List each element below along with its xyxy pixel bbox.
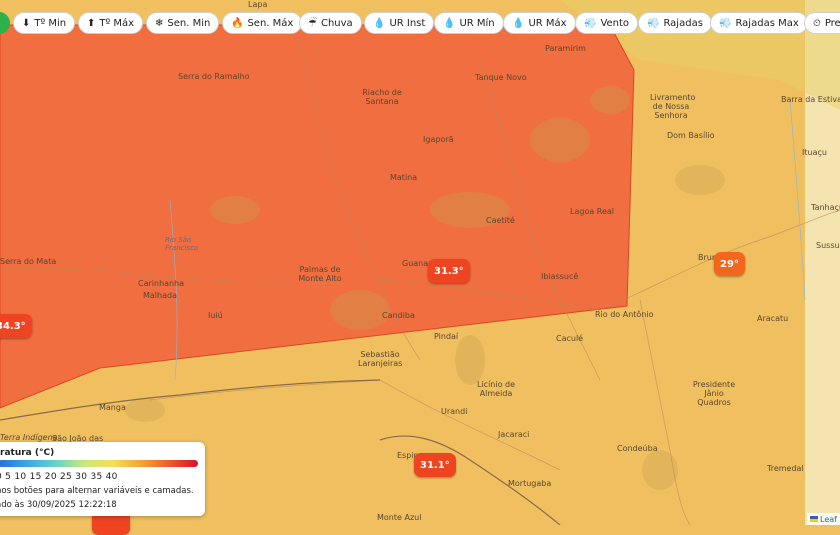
btn-label: Vento xyxy=(600,17,630,29)
place-label: Carinhanha xyxy=(138,279,185,288)
place-label: Lagoa Real xyxy=(570,207,615,216)
btn-label: Tº Min xyxy=(34,17,67,29)
place-label: Serra do Ramalho xyxy=(178,72,250,81)
attribution-text[interactable]: Leaf xyxy=(820,515,837,524)
flag-icon xyxy=(810,516,819,522)
temperature-marker[interactable]: 31.3° xyxy=(428,259,470,283)
place-label: Dom Basílio xyxy=(667,131,715,140)
legend-hint: nos botões para alternar variáveis e cam… xyxy=(0,486,194,496)
btn-pressure[interactable]: ⏲ Pre xyxy=(804,12,840,34)
btn-wind[interactable]: 💨 Vento xyxy=(575,12,639,34)
legend-ticks: 0 5 10 15 20 25 30 35 40 xyxy=(0,472,118,482)
wind-icon: 💨 xyxy=(719,17,732,29)
btn-gusts[interactable]: 💨 Rajadas xyxy=(638,12,712,34)
btn-rh-min[interactable]: 💧 UR Mín xyxy=(434,12,504,34)
btn-label: Sen. Min xyxy=(167,17,211,29)
temperature-marker[interactable]: 34.3° xyxy=(0,314,32,338)
place-label: Igaporã xyxy=(423,135,454,144)
droplet-icon: 💧 xyxy=(373,17,386,29)
place-label: Presidente Jânio Quadros xyxy=(692,380,736,407)
btn-label: UR Mín xyxy=(459,17,495,29)
btn-sens-min[interactable]: ❄ Sen. Min xyxy=(146,12,220,34)
place-label: Malhada xyxy=(143,291,177,300)
arrow-down-icon: ⬇ xyxy=(22,17,31,29)
btn-label: Sen. Máx xyxy=(247,17,294,29)
place-label: Manga xyxy=(99,403,126,412)
place-label: Aracatu xyxy=(757,314,789,323)
place-label: Candiba xyxy=(382,311,415,320)
place-label: Caetité xyxy=(486,216,515,225)
place-label: Serra do Mata xyxy=(0,257,57,266)
btn-temp-min[interactable]: ⬇ Tº Min xyxy=(13,12,76,34)
place-label: Urandi xyxy=(441,407,468,416)
temperature-marker[interactable]: 31.1° xyxy=(414,453,456,477)
place-label: Rio do Antônio xyxy=(595,310,654,319)
place-label: Tanque Novo xyxy=(475,73,527,82)
place-label: Livramento de Nossa Senhora xyxy=(650,93,696,120)
btn-label: Chuva xyxy=(320,17,353,29)
place-label: Ituaçu xyxy=(802,148,827,157)
legend-title: ratura (°C) xyxy=(0,448,55,458)
wind-icon: 💨 xyxy=(647,17,660,29)
place-label: Matina xyxy=(390,173,418,182)
place-label: Iuiú xyxy=(208,311,223,320)
btn-rain[interactable]: ☔ Chuva xyxy=(299,12,362,34)
place-label: Riacho de Santana xyxy=(362,88,402,106)
place-label: Tremedal xyxy=(767,464,804,473)
place-label: Terra Indígena xyxy=(0,433,58,442)
temperature-marker[interactable]: 29° xyxy=(714,252,745,276)
legend-color-scale xyxy=(0,460,198,467)
status-indicator-icon[interactable] xyxy=(0,12,10,34)
btn-temp-max[interactable]: ⬆ Tº Máx xyxy=(78,12,144,34)
btn-label: Pre xyxy=(824,17,840,29)
place-label: Barra da Estiva xyxy=(781,95,840,104)
arrow-up-icon: ⬆ xyxy=(87,17,96,29)
btn-label: Rajadas Max xyxy=(735,17,799,29)
variable-toolbar: ⬇ Tº Min ⬆ Tº Máx ❄ Sen. Min 🔥 Sen. Máx ☔ Chu… xyxy=(0,8,840,40)
btn-label: Rajadas xyxy=(663,17,703,29)
place-label: Sussuarana xyxy=(816,241,840,250)
btn-label: UR Inst xyxy=(389,17,426,29)
place-label: Ibiassucê xyxy=(541,272,579,281)
place-label: Paramirim xyxy=(545,44,586,53)
droplet-icon: 💧 xyxy=(512,17,525,29)
temperature-legend: ratura (°C) 0 5 10 15 20 25 30 35 40 nos… xyxy=(0,442,205,516)
place-label: Tanhaçu xyxy=(811,203,840,212)
place-label: Sebastião Laranjeiras xyxy=(358,350,403,368)
river-label: Rio São Francisco xyxy=(165,236,199,252)
place-label: Jacaraci xyxy=(498,430,530,439)
btn-sens-max[interactable]: 🔥 Sen. Máx xyxy=(222,12,303,34)
place-label: Monte Azul xyxy=(377,513,422,522)
place-label: Licínio de Almeida xyxy=(476,380,516,398)
place-label: Pindaí xyxy=(434,332,459,341)
btn-rh-max[interactable]: 💧 UR Máx xyxy=(503,12,576,34)
place-label: Caculé xyxy=(556,334,584,343)
btn-label: Tº Máx xyxy=(99,17,135,29)
btn-rh-inst[interactable]: 💧 UR Inst xyxy=(364,12,435,34)
place-label: Condeúba xyxy=(617,444,658,453)
snowflake-icon: ❄ xyxy=(155,17,164,29)
fire-icon: 🔥 xyxy=(231,17,244,29)
place-label: Mortugaba xyxy=(508,479,552,488)
place-label: Palmas de Monte Alto xyxy=(298,265,342,283)
gauge-icon: ⏲ xyxy=(813,17,821,29)
droplet-icon: 💧 xyxy=(443,17,456,29)
btn-gusts-max[interactable]: 💨 Rajadas Max xyxy=(710,12,808,34)
map-attribution[interactable]: Leaf xyxy=(807,513,840,525)
btn-label: UR Máx xyxy=(528,17,567,29)
rain-icon: ☔ xyxy=(308,17,317,29)
wind-icon: 💨 xyxy=(584,17,597,29)
legend-updated-time: ado às 30/09/2025 12:22:18 xyxy=(0,500,117,510)
